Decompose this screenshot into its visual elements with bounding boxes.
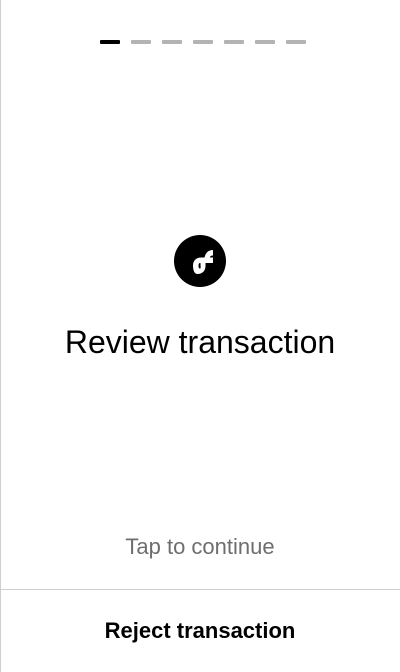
step-indicator-4	[193, 40, 213, 44]
flow-logo-icon	[174, 235, 226, 287]
step-indicator-3	[162, 40, 182, 44]
tap-to-continue-hint[interactable]: Tap to continue	[0, 533, 400, 561]
step-indicator-5	[224, 40, 244, 44]
step-indicator-1	[100, 40, 120, 44]
progress-stepper	[100, 40, 306, 44]
step-indicator-2	[131, 40, 151, 44]
step-indicator-7	[286, 40, 306, 44]
reject-transaction-button[interactable]: Reject transaction	[0, 590, 400, 672]
page-title: Review transaction	[64, 324, 336, 360]
step-indicator-6	[255, 40, 275, 44]
